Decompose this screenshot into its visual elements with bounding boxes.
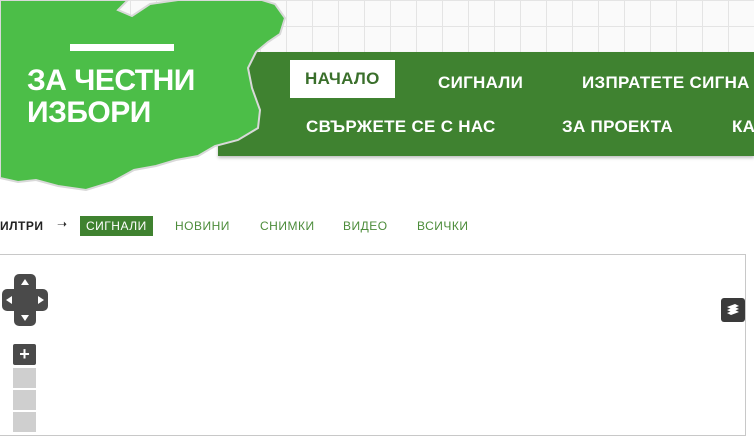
layers-icon (727, 304, 739, 315)
map-area[interactable] (0, 254, 746, 436)
zoom-in-button[interactable]: + (13, 344, 36, 365)
filter-all[interactable]: ВСИЧКИ (417, 219, 469, 233)
zoom-level-bar[interactable] (13, 412, 36, 432)
logo-title-line1: ЗА ЧЕСТНИ (27, 64, 195, 97)
filters-bar: ИЛТРИ ➝ СИГНАЛИ НОВИНИ СНИМКИ ВИДЕО ВСИЧ… (0, 216, 754, 236)
zoom-level-bar[interactable] (13, 368, 36, 388)
zoom-level-bar[interactable] (13, 390, 36, 410)
filter-signals[interactable]: СИГНАЛИ (80, 216, 153, 236)
layers-button[interactable] (721, 298, 745, 322)
logo-underline (70, 44, 174, 51)
nav-item-more[interactable]: КА (732, 117, 754, 137)
nav-item-signals[interactable]: СИГНАЛИ (438, 73, 523, 93)
nav-item-about[interactable]: ЗА ПРОЕКТА (562, 117, 673, 137)
filter-photos[interactable]: СНИМКИ (260, 219, 315, 233)
arrow-right-icon: ➝ (57, 217, 68, 231)
nav-item-contact[interactable]: СВЪРЖЕТЕ СЕ С НАС (306, 117, 496, 137)
filter-news[interactable]: НОВИНИ (175, 219, 230, 233)
pan-arrows-icon[interactable] (0, 272, 50, 328)
filter-video[interactable]: ВИДЕО (343, 219, 388, 233)
nav-item-home[interactable]: НАЧАЛО (290, 60, 395, 98)
filters-label: ИЛТРИ (0, 219, 44, 233)
nav-item-send-signal[interactable]: ИЗПРАТЕТЕ СИГНА (582, 73, 750, 93)
logo-title-line2: ИЗБОРИ (27, 96, 151, 129)
